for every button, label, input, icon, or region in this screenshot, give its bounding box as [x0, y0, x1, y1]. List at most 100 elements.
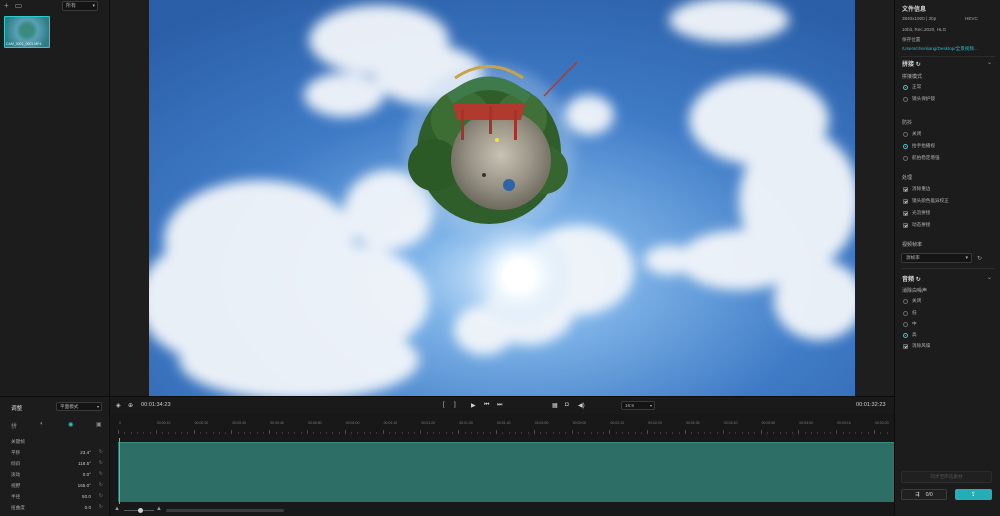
ruler-time-label: 00:00:30 [232, 421, 247, 425]
ruler-minor-tick [502, 432, 504, 434]
radio-option-stab-aerial[interactable]: 航拍稳定增强 [903, 155, 940, 161]
ruler-minor-tick [338, 432, 340, 434]
timeline[interactable]: 0 00:00:10 00:00:20 00:00:30 00:00:40 00:00:5… [110, 414, 894, 516]
reset-icon[interactable]: ↻ [99, 493, 103, 499]
checkbox-remove-overlap[interactable]: 消除重边 [903, 186, 930, 192]
ruler-minor-tick [855, 432, 857, 434]
ruler-minor-tick [212, 432, 214, 434]
add-keyframe-icon[interactable]: ⊕ [128, 402, 133, 409]
save-location-link[interactable]: /Users/chenliang/Desktop/全景视频... [902, 46, 978, 52]
ruler-minor-tick [785, 432, 787, 434]
ruler-minor-tick [508, 432, 510, 434]
ruler-minor-tick [199, 432, 201, 434]
chevron-down-icon[interactable]: ⌄ [987, 274, 992, 281]
ruler-minor-tick [666, 432, 668, 434]
radio-denoise-high[interactable]: 高 [903, 332, 917, 338]
checkbox-color-correction[interactable]: 镜头颜色差异校正 [903, 198, 949, 204]
reset-icon[interactable]: ↻ [99, 482, 103, 488]
mark-out-icon[interactable]: ] [454, 402, 456, 408]
ruler-minor-tick [596, 432, 598, 434]
checkbox-dynamic-stitch[interactable]: 动态拼接 [903, 222, 930, 228]
keyframe-diamond-icon[interactable]: ◈ [116, 402, 121, 409]
ruler-minor-tick [162, 432, 164, 434]
trash-icon[interactable]: ▭ [15, 2, 23, 10]
option-label: 航拍稳定增强 [912, 155, 940, 160]
lens-icon[interactable]: ◉ [68, 421, 73, 428]
play-icon[interactable]: ▶ [471, 402, 476, 409]
ruler-minor-tick [823, 432, 825, 434]
volume-icon[interactable]: ◀) [578, 402, 585, 409]
zoom-out-icon[interactable]: ▲ [114, 506, 120, 512]
checkbox-wind-noise[interactable]: 消除风噪 [903, 343, 930, 349]
sync-to-selected-button[interactable]: 同步至所选素材 [901, 471, 992, 483]
param-value[interactable]: 0.0° [83, 472, 91, 477]
fps-reset-icon[interactable]: ↻ [977, 255, 982, 262]
param-label: 视野 [11, 483, 21, 488]
ruler-minor-tick [294, 432, 296, 434]
next-frame-icon[interactable]: ⏭ [497, 402, 502, 409]
radio-option-lens-guard[interactable]: 镜头保护镜 [903, 96, 935, 102]
checkbox-checked-icon [903, 222, 908, 228]
grid-icon[interactable]: ▦ [552, 402, 558, 409]
radio-option-normal[interactable]: 正常 [903, 84, 921, 90]
aspect-ratio-select[interactable]: 16:9 ▾ [621, 401, 655, 410]
export-button[interactable]: ⇪ [955, 489, 992, 500]
reset-icon[interactable]: ↻ [99, 471, 103, 477]
snapshot-icon[interactable]: ◘ [565, 402, 569, 408]
ruler-minor-tick [703, 432, 705, 434]
ruler-minor-tick [691, 432, 693, 434]
ruler-minor-tick [735, 432, 737, 434]
export-queue-button[interactable]: ⇶ 0/0 [901, 489, 947, 500]
playhead[interactable] [119, 438, 120, 504]
radio-option-stab-handheld[interactable]: 抬手抬播视 [903, 143, 935, 149]
param-value[interactable]: 23.4° [80, 450, 91, 455]
ruler-minor-tick [829, 432, 831, 434]
video-preview[interactable] [149, 0, 855, 396]
view-mode-select[interactable]: 平面模式 ▾ [56, 402, 102, 411]
mark-in-icon[interactable]: [ [443, 402, 445, 408]
param-value[interactable]: 118.5° [78, 461, 91, 466]
prev-frame-icon[interactable]: ⏮ [484, 402, 489, 409]
ruler-minor-tick [861, 432, 863, 434]
refresh-icon[interactable]: ↻ [916, 277, 921, 283]
zoom-slider-knob[interactable] [138, 508, 143, 513]
param-value[interactable]: 0.0 [85, 505, 91, 510]
checkbox-optical-flow[interactable]: 光流拼接 [903, 210, 930, 216]
media-thumbnail[interactable]: CAM_0001_0001.MP4 [4, 16, 50, 48]
tab-stitch[interactable]: 拼 [11, 421, 17, 430]
ruler-minor-tick [584, 432, 586, 434]
radio-option-stab-off[interactable]: 关闭 [903, 131, 921, 137]
radio-denoise-off[interactable]: 关闭 [903, 298, 921, 304]
param-value[interactable]: 165.0° [78, 483, 91, 488]
media-filter-select[interactable]: 所有 ▾ [62, 1, 98, 11]
color-adjust-icon[interactable]: ◐ [40, 421, 44, 427]
chevron-down-icon[interactable]: ⌄ [987, 59, 992, 66]
timeline-scrollbar[interactable] [166, 509, 284, 512]
reset-icon[interactable]: ↻ [99, 449, 103, 455]
radio-denoise-low[interactable]: 低 [903, 310, 917, 316]
ruler-major-tick [155, 430, 157, 434]
ruler-minor-tick [439, 432, 441, 434]
param-value[interactable]: 50.0 [82, 494, 91, 499]
reset-icon[interactable]: ↻ [99, 460, 103, 466]
reset-icon[interactable]: ↻ [99, 504, 103, 510]
ruler-time-label: 00:01:30 [459, 421, 473, 425]
ruler-minor-tick [325, 432, 327, 434]
ruler-minor-tick [401, 432, 403, 434]
radio-selected-icon [903, 143, 908, 149]
radio-icon [903, 96, 908, 102]
fps-select[interactable]: 源帧率 ▾ [901, 253, 972, 263]
image-icon[interactable]: ▣ [96, 421, 102, 428]
zoom-in-icon[interactable]: ▲ [156, 506, 162, 512]
refresh-icon[interactable]: ↻ [916, 62, 921, 68]
ruler-minor-tick [357, 432, 359, 434]
ruler-time-label: 00:02:00 [572, 421, 587, 425]
timeline-ruler[interactable]: 0 00:00:10 00:00:20 00:00:30 00:00:40 00:00:5… [114, 418, 890, 436]
ruler-minor-tick [527, 432, 529, 434]
radio-denoise-mid[interactable]: 中 [903, 321, 917, 327]
ruler-time-label: 00:02:50 [761, 421, 776, 425]
video-track-clip[interactable] [118, 442, 894, 502]
ruler-minor-tick [174, 432, 176, 434]
add-media-icon[interactable]: + [4, 2, 9, 10]
param-label: 倾斜 [11, 461, 21, 466]
